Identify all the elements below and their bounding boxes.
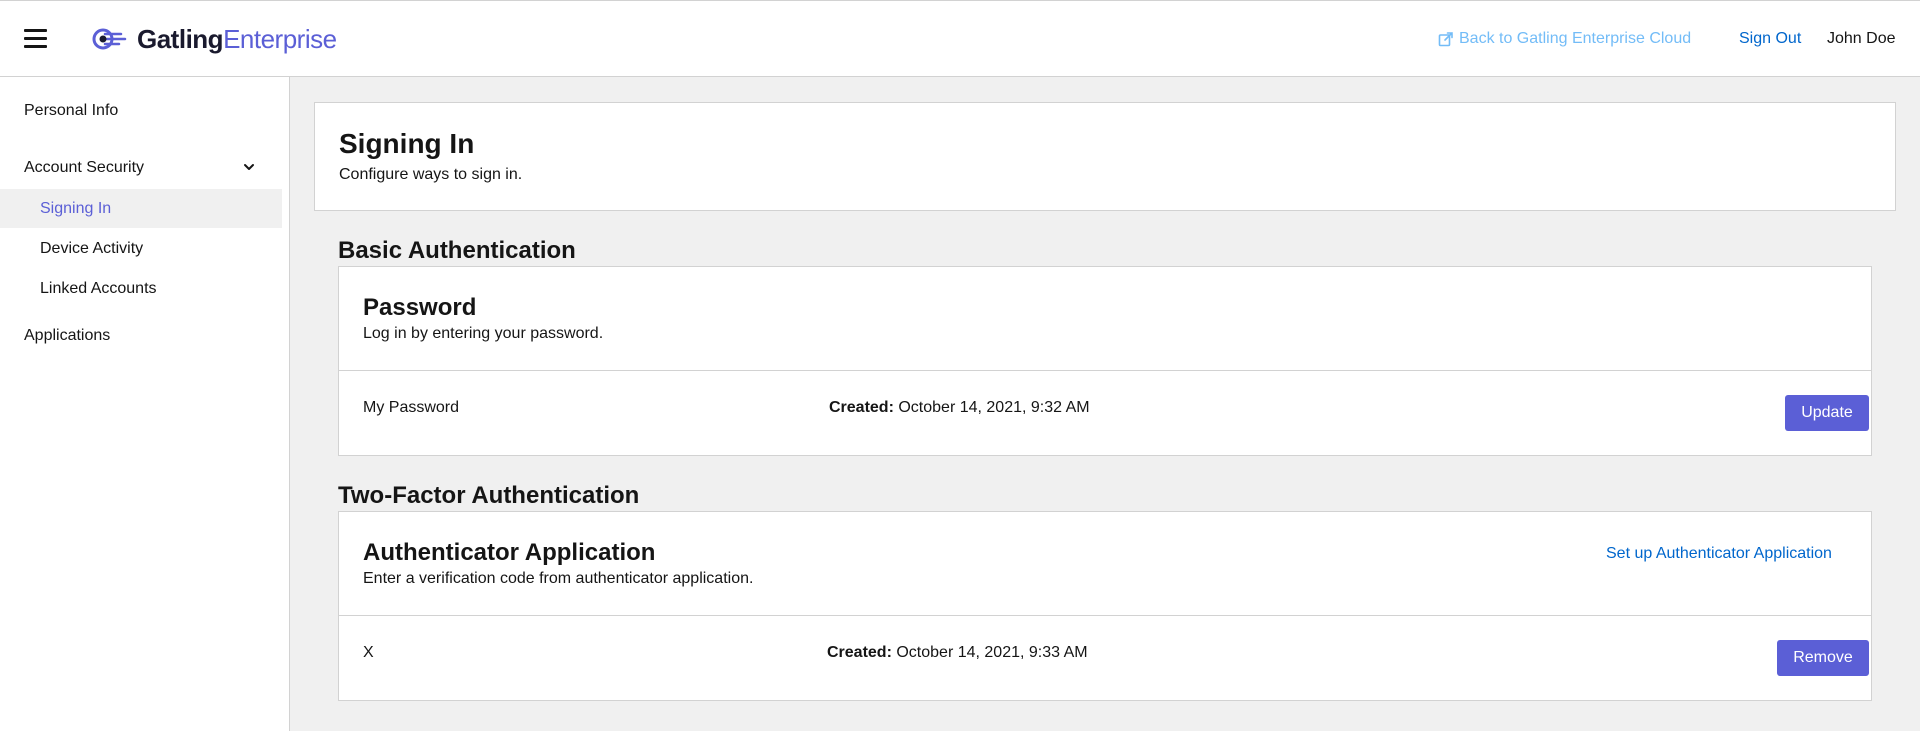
password-card-header: Password Log in by entering your passwor… [339, 267, 1871, 371]
page-header-card: Signing In Configure ways to sign in. [314, 102, 1896, 211]
gatling-logo[interactable]: GatlingEnterprise [91, 23, 337, 55]
created-label: Created: [829, 399, 894, 416]
main-content: Signing In Configure ways to sign in. Ba… [290, 77, 1920, 731]
password-name: My Password [363, 399, 460, 416]
top-header: GatlingEnterprise Back to Gatling Enterp… [0, 0, 1920, 77]
account-security-label: Account Security [24, 159, 145, 176]
two-factor-section-title: Two-Factor Authentication [338, 482, 640, 509]
password-card-title: Password [363, 294, 477, 321]
password-created: Created: October 14, 2021, 9:32 AM [829, 399, 1090, 417]
remove-authenticator-button[interactable]: Remove [1777, 640, 1869, 676]
sidebar-item-linked-accounts[interactable]: Linked Accounts [0, 269, 282, 308]
sidebar-item-signing-in[interactable]: Signing In [0, 189, 282, 228]
update-password-button[interactable]: Update [1785, 395, 1869, 431]
page-subtitle: Configure ways to sign in. [339, 166, 523, 183]
sidebar: Personal Info Account Security Signing I… [0, 77, 290, 731]
sidebar-item-personal-info[interactable]: Personal Info [24, 102, 118, 120]
back-link-label: Back to Gatling Enterprise Cloud [1459, 30, 1692, 47]
authenticator-name: X [363, 644, 374, 661]
logo-text: GatlingEnterprise [137, 23, 337, 54]
gatling-logo-icon [92, 28, 127, 50]
external-share-icon [1438, 32, 1453, 47]
signing-in-label: Signing In [40, 200, 112, 217]
page-title: Signing In [339, 128, 475, 159]
linked-accounts-label: Linked Accounts [40, 280, 157, 297]
password-card: Password Log in by entering your passwor… [338, 266, 1872, 456]
sidebar-group-account-security[interactable]: Account Security [0, 147, 282, 187]
created-label: Created: [827, 644, 892, 661]
authenticator-card: Authenticator Application Enter a verifi… [338, 511, 1872, 701]
created-value: October 14, 2021, 9:33 AM [896, 644, 1088, 661]
chevron-down-icon [244, 164, 254, 170]
authenticator-created: Created: October 14, 2021, 9:33 AM [827, 644, 1088, 662]
username-label: John Doe [1827, 30, 1896, 47]
authenticator-card-header: Authenticator Application Enter a verifi… [339, 512, 1871, 616]
authenticator-row: X Created: October 14, 2021, 9:33 AM Rem… [339, 616, 1871, 700]
sidebar-item-applications[interactable]: Applications [24, 327, 110, 345]
sign-out-link[interactable]: Sign Out [1739, 30, 1801, 48]
password-card-description: Log in by entering your password. [363, 325, 604, 342]
password-row: My Password Created: October 14, 2021, 9… [339, 371, 1871, 455]
created-value: October 14, 2021, 9:32 AM [898, 399, 1090, 416]
setup-authenticator-link[interactable]: Set up Authenticator Application [1606, 545, 1832, 563]
hamburger-menu-icon[interactable] [24, 29, 47, 49]
back-to-cloud-link[interactable]: Back to Gatling Enterprise Cloud [1438, 30, 1691, 48]
authenticator-card-title: Authenticator Application [363, 539, 656, 566]
authenticator-card-description: Enter a verification code from authentic… [363, 570, 754, 587]
basic-auth-section-title: Basic Authentication [338, 237, 576, 264]
sidebar-item-device-activity[interactable]: Device Activity [0, 229, 282, 268]
device-activity-label: Device Activity [40, 240, 144, 257]
